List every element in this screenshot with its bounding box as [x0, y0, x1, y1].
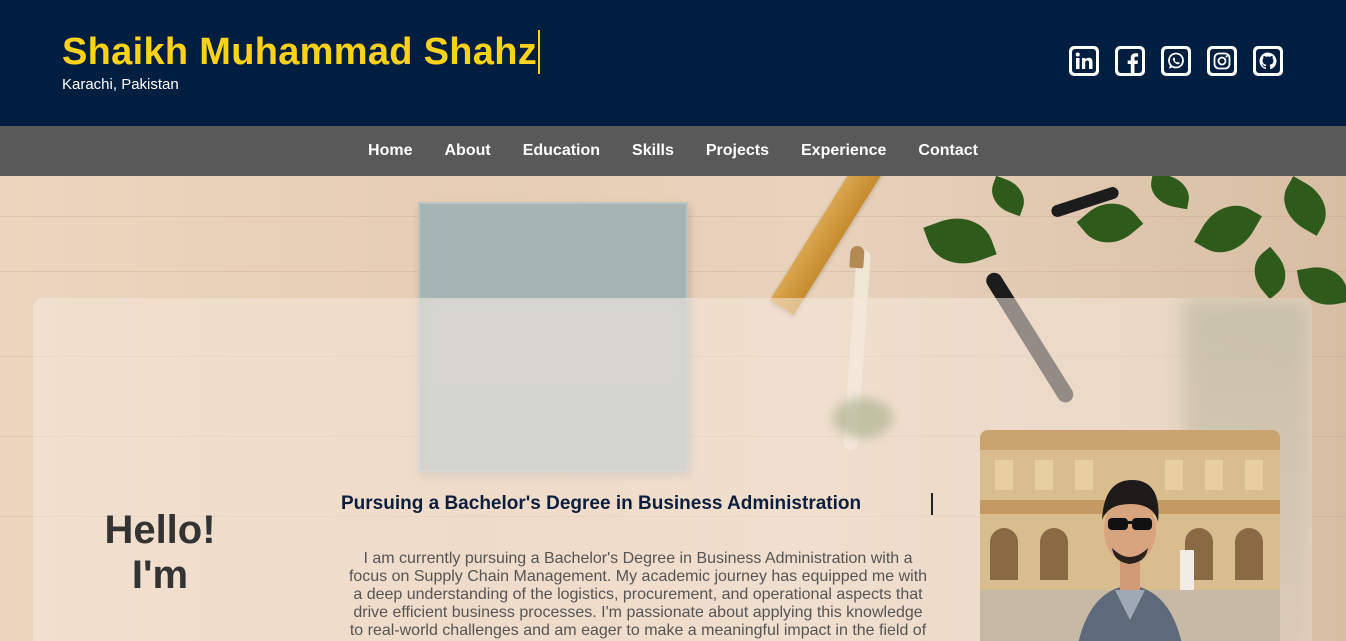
- nav-skills[interactable]: Skills: [632, 142, 674, 160]
- hero-greeting: Hello! I'm: [60, 508, 260, 598]
- whatsapp-link[interactable]: [1161, 46, 1191, 76]
- facebook-link[interactable]: [1115, 46, 1145, 76]
- nav-home[interactable]: Home: [368, 142, 412, 160]
- subtitle-typing-cursor: [931, 493, 933, 515]
- nav-projects[interactable]: Projects: [706, 142, 769, 160]
- typing-cursor: [538, 30, 541, 74]
- leaf-image: [1244, 246, 1296, 300]
- github-icon: [1256, 49, 1280, 73]
- hero-bio: I am currently pursuing a Bachelor's Deg…: [348, 550, 928, 639]
- nav-about[interactable]: About: [445, 142, 491, 160]
- pencil-tip-image: [849, 245, 865, 269]
- brand-location: Karachi, Pakistan: [62, 76, 179, 93]
- facebook-icon: [1118, 49, 1142, 73]
- profile-photo: [980, 430, 1280, 641]
- greeting-line-1: Hello!: [104, 508, 216, 552]
- nav-contact[interactable]: Contact: [918, 142, 978, 160]
- main-nav: Home About Education Skills Projects Exp…: [0, 126, 1346, 176]
- profile-photo-graphic: [980, 430, 1280, 641]
- linkedin-icon: [1072, 49, 1096, 73]
- nav-experience[interactable]: Experience: [801, 142, 886, 160]
- instagram-icon: [1210, 49, 1234, 73]
- brand-name: Shaikh Muhammad Shahz: [62, 30, 541, 74]
- leaf-image: [1194, 193, 1262, 265]
- linkedin-link[interactable]: [1069, 46, 1099, 76]
- whatsapp-icon: [1164, 49, 1188, 73]
- leaf-image: [985, 176, 1031, 217]
- social-links: [1069, 46, 1283, 76]
- greeting-line-2: I'm: [131, 553, 189, 597]
- github-link[interactable]: [1253, 46, 1283, 76]
- instagram-link[interactable]: [1207, 46, 1237, 76]
- leaf-image: [923, 207, 997, 275]
- hero-subtitle: Pursuing a Bachelor's Degree in Business…: [341, 493, 862, 514]
- leaf-image: [1147, 176, 1193, 210]
- site-header: Shaikh Muhammad Shahz Karachi, Pakistan: [0, 0, 1346, 126]
- leaf-image: [1273, 176, 1337, 236]
- nav-education[interactable]: Education: [523, 142, 600, 160]
